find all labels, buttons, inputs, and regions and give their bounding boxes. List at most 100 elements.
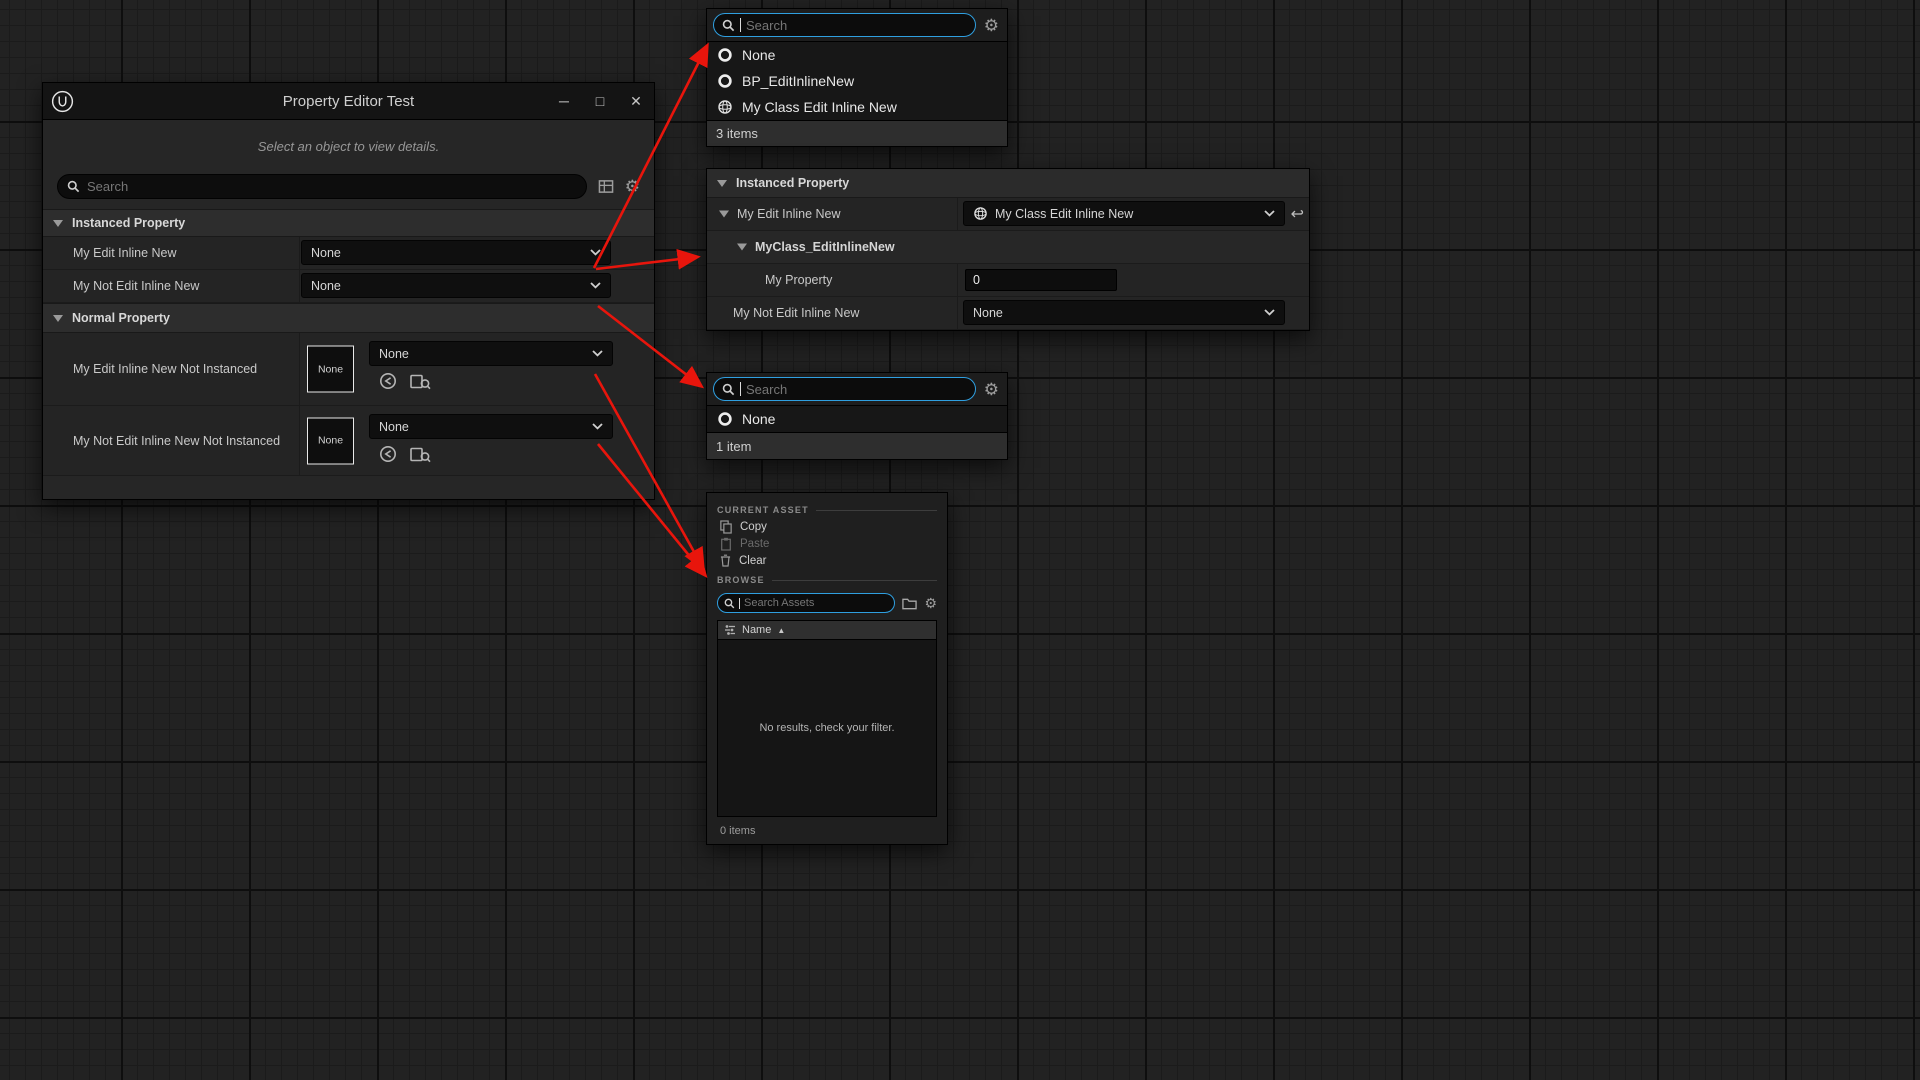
asset-search-input[interactable] [717, 593, 895, 613]
class-list: None BP_EditInlineNew My Class Edit Inli… [707, 41, 1007, 120]
chevron-down-icon [590, 282, 601, 289]
class-circle-icon [717, 73, 733, 89]
expander-arrow-icon[interactable] [717, 180, 727, 187]
class-sphere-icon [717, 99, 733, 115]
sort-ascending-icon[interactable]: ▲ [777, 626, 785, 635]
current-asset-section: CURRENT ASSET [717, 502, 937, 518]
class-item-bp-editinlinenew[interactable]: BP_EditInlineNew [707, 68, 1007, 94]
child-object-label: MyClass_EditInlineNew [755, 240, 895, 254]
section-instanced-property[interactable]: Instanced Property [43, 209, 654, 237]
class-sphere-icon [973, 206, 988, 221]
thumbnail-label: None [318, 363, 343, 375]
window-controls: ─ □ ✕ [546, 83, 654, 120]
asset-count: 0 items [717, 817, 937, 844]
text-caret [740, 18, 741, 32]
class-item-my-class-edit-inline-new[interactable]: My Class Edit Inline New [707, 94, 1007, 120]
my-edit-inline-new-dropdown[interactable]: None [301, 240, 611, 265]
class-picker-search-row: ⚙ [707, 9, 1007, 41]
expander-arrow-icon[interactable] [53, 315, 63, 322]
editor-viewport-grid: Property Editor Test ─ □ ✕ Select an obj… [0, 0, 1920, 1080]
asset-list-view: Name ▲ No results, check your filter. [717, 620, 937, 817]
class-item-none[interactable]: None [707, 42, 1007, 68]
expander-arrow-icon[interactable] [737, 244, 747, 251]
empty-text: No results, check your filter. [759, 722, 894, 734]
class-search-input[interactable] [713, 13, 976, 37]
browse-to-asset-icon[interactable] [410, 373, 431, 390]
expander-arrow-icon[interactable] [53, 220, 63, 227]
class-item-label: None [742, 47, 775, 63]
class-picker-popup-small: ⚙ None 1 item [706, 372, 1008, 460]
folder-filter-icon[interactable] [902, 597, 917, 610]
browse-to-asset-icon[interactable] [410, 446, 431, 463]
column-settings-icon[interactable] [724, 624, 736, 636]
clear-menu-item[interactable]: Clear [717, 552, 937, 569]
menu-item-label: Clear [739, 555, 766, 567]
menu-item-label: Paste [740, 538, 769, 550]
details-search-row: ⚙ [43, 172, 654, 209]
trash-icon [720, 554, 731, 567]
property-editor-test-window: Property Editor Test ─ □ ✕ Select an obj… [42, 82, 655, 500]
class-item-label: My Class Edit Inline New [742, 99, 897, 115]
settings-gear-icon[interactable]: ⚙ [984, 17, 999, 34]
settings-gear-icon[interactable]: ⚙ [625, 178, 640, 195]
name-column-header[interactable]: Name [742, 624, 771, 636]
section-label: Instanced Property [72, 216, 185, 230]
class-circle-icon [717, 47, 733, 63]
view-options-gear-icon[interactable]: ⚙ [924, 596, 937, 610]
row-my-edit-inline-new-not-instanced: My Edit Inline New Not Instanced None No… [43, 333, 654, 406]
section-label: Instanced Property [736, 176, 849, 190]
dropdown-value: My Class Edit Inline New [995, 207, 1133, 221]
dropdown-value: None [379, 347, 409, 361]
asset-search-row: ⚙ [717, 593, 937, 613]
chevron-down-icon [1264, 309, 1275, 316]
search-field[interactable] [87, 179, 577, 194]
class-item-label: None [742, 411, 775, 427]
reset-to-default-icon[interactable]: ↩ [1291, 204, 1304, 224]
asset-dropdown[interactable]: None [369, 341, 613, 366]
class-item-label: BP_EditInlineNew [742, 73, 854, 89]
section-label: BROWSE [717, 575, 765, 585]
expander-arrow-icon[interactable] [719, 211, 729, 218]
class-search-input[interactable] [713, 377, 976, 401]
search-input[interactable] [57, 174, 587, 199]
use-selected-asset-icon[interactable] [379, 372, 397, 390]
settings-gear-icon[interactable]: ⚙ [984, 381, 999, 398]
asset-search-field[interactable] [744, 597, 888, 609]
asset-dropdown[interactable]: None [369, 414, 613, 439]
class-circle-icon [717, 411, 733, 427]
asset-thumbnail[interactable]: None [307, 346, 354, 393]
text-caret [740, 382, 741, 396]
copy-icon [720, 520, 732, 534]
close-button[interactable]: ✕ [618, 83, 654, 120]
my-not-edit-inline-new-dropdown[interactable]: None [963, 300, 1285, 325]
search-icon [724, 598, 735, 609]
row-my-not-edit-inline-new: My Not Edit Inline New None [707, 297, 1309, 330]
use-selected-asset-icon[interactable] [379, 445, 397, 463]
paste-icon [720, 537, 732, 551]
my-not-edit-inline-new-dropdown[interactable]: None [301, 273, 611, 298]
property-label: My Edit Inline New [73, 246, 177, 260]
row-myclass-editinlinenew: MyClass_EditInlineNew [707, 231, 1309, 264]
maximize-button[interactable]: □ [582, 83, 618, 120]
asset-thumbnail[interactable]: None [307, 417, 354, 464]
minimize-button[interactable]: ─ [546, 83, 582, 120]
class-search-field[interactable] [746, 382, 967, 397]
asset-list-header[interactable]: Name ▲ [718, 621, 936, 640]
section-instanced-property[interactable]: Instanced Property [707, 169, 1309, 198]
my-property-value-input[interactable]: 0 [965, 269, 1117, 291]
search-icon [67, 180, 80, 193]
titlebar[interactable]: Property Editor Test ─ □ ✕ [43, 83, 654, 120]
paste-menu-item[interactable]: Paste [717, 535, 937, 552]
section-normal-property[interactable]: Normal Property [43, 303, 654, 333]
property-label: My Edit Inline New [737, 207, 841, 221]
class-search-field[interactable] [746, 18, 967, 33]
thumbnail-label: None [318, 435, 343, 447]
copy-menu-item[interactable]: Copy [717, 518, 937, 535]
class-list: None [707, 405, 1007, 432]
my-edit-inline-new-dropdown[interactable]: My Class Edit Inline New [963, 201, 1285, 226]
instanced-details-panel: Instanced Property My Edit Inline New My… [706, 168, 1310, 331]
display-settings-icon[interactable] [598, 179, 614, 194]
dropdown-value: None [311, 246, 341, 260]
chevron-down-icon [1264, 210, 1275, 217]
class-item-none[interactable]: None [707, 406, 1007, 432]
